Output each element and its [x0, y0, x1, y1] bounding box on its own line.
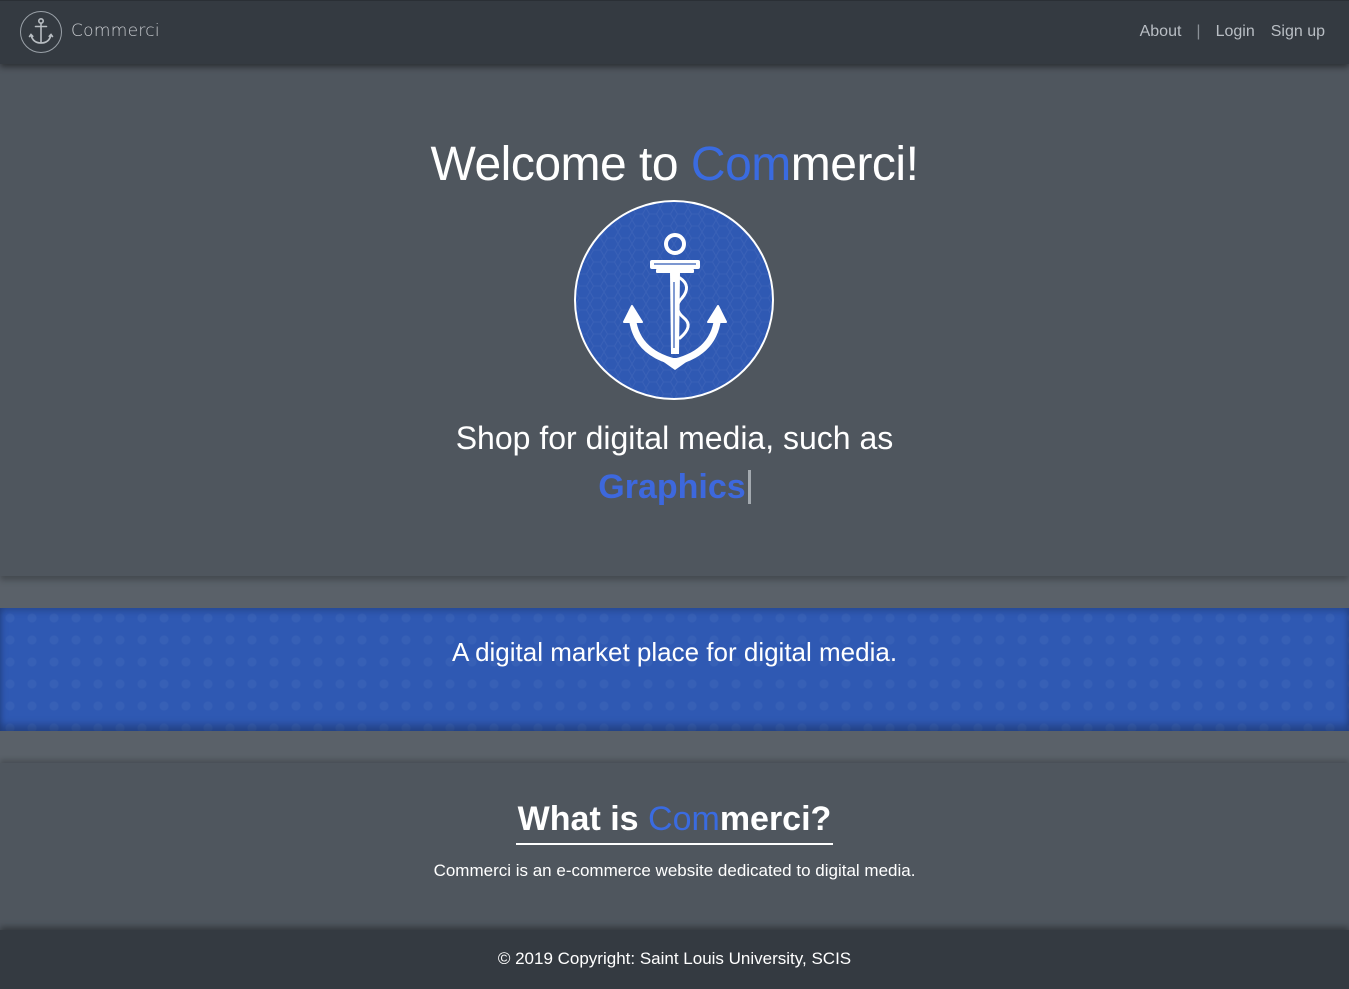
- about-title: What is Commerci?: [515, 799, 834, 845]
- brand-link[interactable]: Commerci: [20, 11, 160, 53]
- nav-signup-link[interactable]: Sign up: [1271, 23, 1325, 41]
- nav-about-link[interactable]: About: [1140, 23, 1182, 41]
- nav-login-link[interactable]: Login: [1216, 23, 1255, 41]
- hero-title-highlight: Com: [690, 138, 791, 191]
- brand-name: Commerci: [71, 21, 160, 41]
- about-title-highlight: Com: [648, 800, 720, 838]
- about-title-suffix: merci?: [719, 800, 832, 838]
- hero-subtitle: Shop for digital media, such as: [455, 420, 894, 456]
- footer: © 2019 Copyright: Saint Louis University…: [0, 930, 1349, 989]
- hero-typed-text: Graphics: [0, 466, 1349, 508]
- anchor-icon: [574, 200, 774, 400]
- anchor-icon: [20, 11, 62, 53]
- nav-separator: |: [1196, 23, 1201, 40]
- typing-caret: [747, 470, 751, 504]
- about-title-prefix: What is: [517, 800, 649, 838]
- hero-section: Welcome to Commerci! Shop for digital me…: [0, 64, 1349, 576]
- hero-title-prefix: Welcome to: [430, 138, 691, 191]
- hero-title-suffix: merci!: [790, 138, 919, 191]
- tagline-text: A digital market place for digital media…: [451, 637, 898, 667]
- nav-links: About | Login Sign up: [1140, 23, 1325, 41]
- tagline-band: A digital market place for digital media…: [0, 608, 1349, 731]
- footer-copyright: © 2019 Copyright: Saint Louis University…: [497, 949, 852, 968]
- about-section: What is Commerci? Commerci is an e-comme…: [0, 763, 1349, 930]
- hero-title: Welcome to Commerci!: [0, 137, 1349, 193]
- navbar: Commerci About | Login Sign up: [0, 0, 1349, 64]
- typed-word: Graphics: [598, 468, 746, 506]
- about-description: Commerci is an e-commerce website dedica…: [433, 861, 916, 880]
